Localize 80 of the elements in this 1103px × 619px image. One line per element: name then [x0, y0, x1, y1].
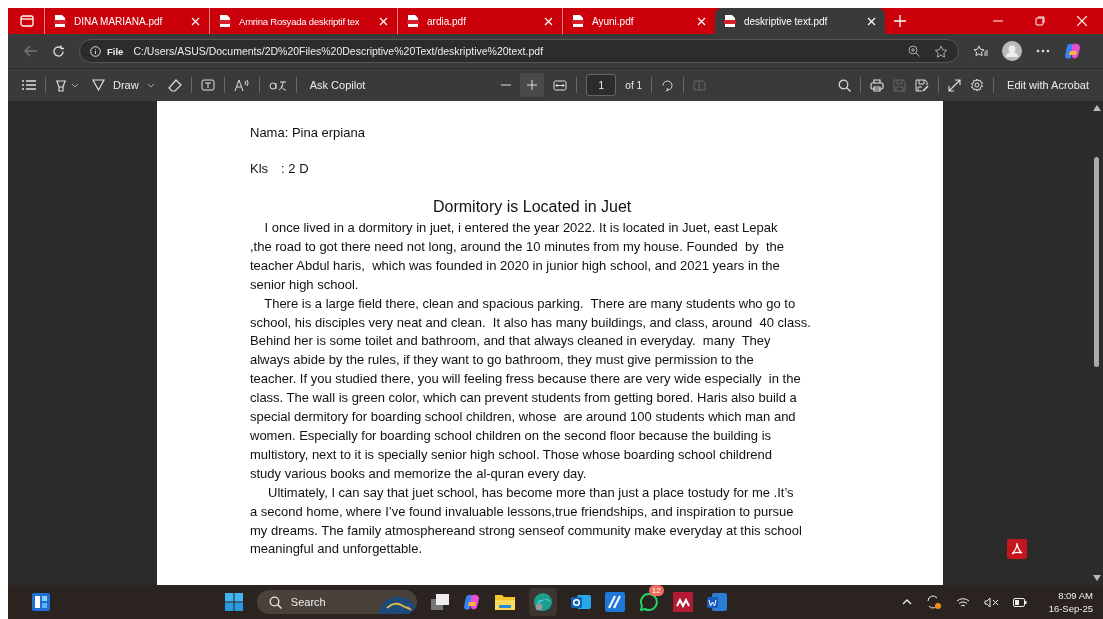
expand-icon[interactable]: [948, 78, 962, 92]
taskbar-search[interactable]: Search: [256, 590, 417, 614]
globe-icon: [378, 594, 417, 614]
pdf-icon: [54, 14, 66, 28]
chevron-up-icon[interactable]: [901, 599, 912, 605]
scroll-down-icon[interactable]: [1092, 575, 1101, 581]
restore-icon[interactable]: [1035, 16, 1045, 26]
wifi-icon[interactable]: [955, 596, 970, 608]
close-icon[interactable]: [867, 16, 876, 26]
plus-icon: [527, 80, 538, 90]
close-icon[interactable]: [1077, 16, 1087, 26]
pdf-icon: [724, 14, 736, 28]
pdf-icon: [407, 14, 419, 28]
caret-icon: [146, 82, 155, 88]
pdf-icon: [572, 14, 584, 28]
settings-icon[interactable]: [970, 78, 985, 92]
fit-width-icon[interactable]: [553, 79, 568, 91]
notification-badge: 12: [648, 585, 664, 596]
class-value: : 2 D: [281, 161, 309, 177]
folder-icon[interactable]: [494, 594, 515, 610]
highlighter-icon[interactable]: [55, 78, 79, 92]
translate-icon[interactable]: [268, 79, 287, 91]
eraser-icon[interactable]: [167, 78, 182, 92]
zoom-in-button[interactable]: [520, 73, 545, 97]
paragraph: I once lived in a dormitory in juet, i entered the year 2022. It is located in Juet, east Lepak ,the road to got there need not long, around the 10 minutes from my house. Founded by the teacher Abdul haris, which was founded in 2020 in junior high school, and 2021 years in the senior high school.: [250, 219, 786, 294]
draw-button[interactable]: Draw: [88, 79, 159, 91]
more-icon[interactable]: [1036, 49, 1050, 53]
word-icon[interactable]: [706, 593, 727, 611]
scroll-up-icon[interactable]: [1092, 105, 1101, 111]
refresh-icon[interactable]: [52, 44, 65, 58]
chat-icon[interactable]: [638, 592, 659, 612]
read-aloud-icon[interactable]: [233, 78, 250, 92]
sync-icon[interactable]: [925, 595, 942, 609]
browser-tab[interactable]: deskriptive text.pdf: [715, 8, 885, 34]
copilot-icon[interactable]: [1064, 42, 1082, 60]
paragraph: Ultimately, I can say that juet school, has become more than just a place tostudy for me .It’s a second home, where I’ve found invaluable lessons,true friendships, and inspiration to pursue my dreams. The family atmosphereand strong senseof community make everyday at this school meaningful and unforgettable.: [250, 483, 803, 559]
task-view-icon[interactable]: [430, 594, 449, 610]
class-label: Kls: [250, 161, 269, 177]
close-icon[interactable]: [191, 16, 200, 26]
pen-icon: [92, 79, 105, 91]
battery-icon[interactable]: [1012, 597, 1027, 607]
file-label: File: [107, 45, 124, 57]
zoom-icon[interactable]: [908, 45, 920, 57]
search-icon: [268, 595, 282, 609]
info-icon: [90, 45, 101, 57]
avatar-icon[interactable]: [1002, 41, 1022, 61]
name-line: Nama: Pina erpiana: [250, 125, 366, 141]
print-icon[interactable]: [870, 78, 885, 92]
text-box-icon[interactable]: [200, 79, 215, 91]
page-count: of 1: [625, 79, 643, 91]
mail-icon[interactable]: [570, 593, 591, 611]
muted-speaker-icon[interactable]: [983, 596, 999, 608]
edit-with-acrobat-button[interactable]: Edit with Acrobat: [1003, 79, 1093, 91]
page-number-field[interactable]: 1: [586, 74, 617, 96]
acrobat-icon[interactable]: [1006, 539, 1027, 559]
sidebar-icon[interactable]: [20, 14, 34, 28]
clock[interactable]: 8:09 AM 16-Sep-25: [1048, 589, 1093, 615]
widgets-icon[interactable]: [32, 593, 50, 611]
close-icon[interactable]: [697, 16, 706, 26]
rotate-icon[interactable]: [661, 78, 675, 92]
contents-icon[interactable]: [22, 80, 36, 90]
save-as-icon[interactable]: [915, 78, 930, 92]
url-text: C:/Users/ASUS/Documents/2D%20Files%20Descriptive%20Text/deskriptive%20text.pdf: [133, 45, 544, 57]
star-icon[interactable]: [934, 44, 948, 58]
pdf-icon: [219, 14, 231, 28]
close-icon[interactable]: [379, 16, 388, 26]
app-icon[interactable]: [672, 592, 693, 612]
favorites-icon[interactable]: [973, 44, 988, 58]
back-icon[interactable]: [24, 45, 38, 57]
close-icon[interactable]: [544, 16, 553, 26]
new-tab-icon[interactable]: [894, 15, 906, 27]
document-title: Dormitory is Located in Juet: [433, 197, 633, 217]
browser-icon[interactable]: [532, 592, 553, 612]
paragraph: There is a large field there, clean and spacious parking. There are many students who go to school, his disciples very neat and clean. It also has many buildings, and class, around 40 class. Behind her is some toilet and bathroom, and that always cleaned in everyday. many They always abide by the rules, if they want to go bathroom, they must give permission to the teacher. If you studied there, you will feeling fress because there are very wide especially in the class. The wall is green color, which can prevent students from getting bored. Haris also build a special dermitory for boarding school children, whose are around 100 students which man and women. Especially for boarding school children on the second floor because the building is multistory, next to it is specially senior high school. Those whose boarding school childrend study various books and memorize the al-quran every day.: [250, 294, 812, 483]
copilot-icon[interactable]: [462, 593, 481, 611]
search-icon[interactable]: [838, 78, 852, 92]
ask-copilot-button[interactable]: Ask Copilot: [305, 79, 370, 91]
start-icon[interactable]: [224, 593, 243, 611]
address-bar[interactable]: File C:/Users/ASUS/Documents/2D%20Files%20Descriptive%20Text/deskriptive%20text.pdf: [79, 39, 959, 63]
app-icon[interactable]: [604, 592, 625, 612]
